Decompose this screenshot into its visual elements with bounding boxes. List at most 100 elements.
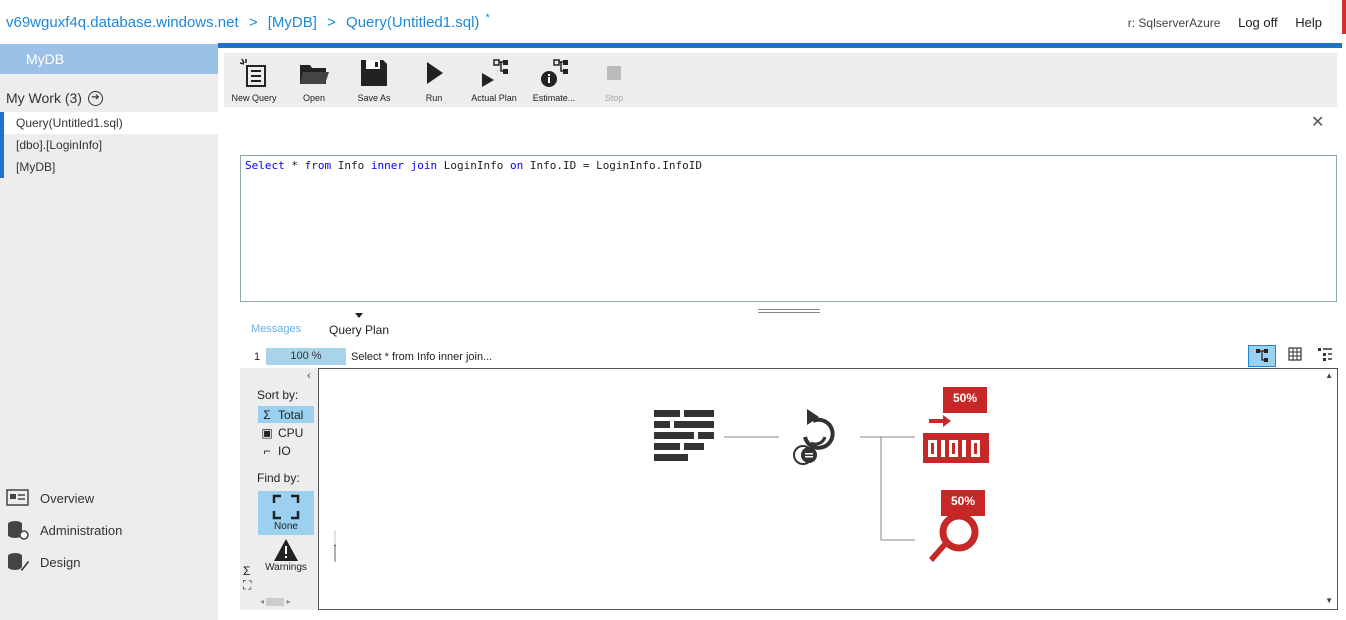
find-warnings-label: Warnings [265,562,307,573]
app-window: v69wguxf4q.database.windows.net > [MyDB]… [0,0,1346,620]
sort-total-option[interactable]: Σ Total [258,406,314,423]
play-icon [427,62,443,84]
splitter-handle[interactable] [758,309,820,313]
table-scan-icon[interactable] [921,413,991,463]
tab-query-plan[interactable]: Query Plan [329,323,389,337]
breadcrumb-database[interactable]: [MyDB] [268,14,317,31]
select-operator-icon[interactable] [654,410,716,466]
horizontal-scrollbar[interactable]: ◂ ▸ [260,597,310,607]
sort-cpu-label: CPU [278,425,304,440]
sort-by-label: Sort by: [257,388,299,402]
estimate-label: Estimate... [532,93,576,103]
sql-text: * [284,159,305,172]
nav-design[interactable]: Design [6,552,80,572]
header-divider [218,43,1342,48]
index-seek-icon[interactable] [925,512,989,568]
plan-graph-icon [1256,349,1268,362]
sort-cpu-option[interactable]: ▣ CPU [258,424,314,441]
grid-view-button[interactable] [1282,345,1310,367]
overview-icon [6,489,29,506]
result-row-number: 1 [254,351,261,363]
nav-design-label: Design [40,554,81,570]
sort-total-label: Total [278,407,304,422]
result-row[interactable]: 1 100 % Select * from Info inner join... [240,348,560,366]
find-by-label: Find by: [257,471,300,485]
find-none-option[interactable]: None [258,491,314,535]
plan-canvas[interactable]: ▲ ▼ 50% 50% [318,368,1338,610]
save-icon [361,60,387,86]
administration-icon [8,521,29,540]
warning-icon [274,539,298,561]
nav-overview[interactable]: Overview [6,488,94,508]
expand-corners-icon [272,494,300,520]
stop-label: Stop [604,93,624,103]
run-button[interactable]: Run [404,57,464,103]
work-item-table[interactable]: [dbo].[LoginInfo] [0,134,218,156]
database-tab[interactable]: MyDB [0,44,218,74]
sort-io-option[interactable]: ⌐ IO [258,442,314,459]
tree-list-icon [1318,348,1332,361]
new-query-button[interactable]: New Query [224,57,284,103]
grid-icon [1288,347,1302,361]
actual-plan-label: Actual Plan [471,93,517,103]
sql-keyword: Select [245,159,285,172]
close-icon[interactable]: ✕ [1311,112,1324,132]
work-item-query[interactable]: Query(Untitled1.sql) [0,112,218,134]
stop-icon [607,66,621,80]
sql-text: LoginInfo [437,159,510,172]
breadcrumb-separator: > [327,14,336,31]
chevron-left-icon[interactable]: ‹ [307,370,311,382]
sort-io-label: IO [278,443,291,458]
top-links: r: SqlserverAzure Log off Help [1114,15,1322,30]
plan-options-panel: ‹ Sort by: Σ Total ▣ CPU ⌐ IO Find by: N… [240,368,318,610]
sql-text: Info.ID = LoginInfo.InfoID [523,159,703,172]
help-link[interactable]: Help [1295,15,1322,30]
new-query-label: New Query [231,93,277,103]
open-button[interactable]: Open [284,57,344,103]
breadcrumb-query[interactable]: Query(Untitled1.sql) [346,14,479,31]
breadcrumb: v69wguxf4q.database.windows.net > [MyDB]… [6,12,490,31]
save-as-label: Save As [357,93,391,103]
tab-messages[interactable]: Messages [251,323,301,335]
sidebar: MyDB My Work (3) ➔ Query(Untitled1.sql) … [0,44,218,620]
cpu-icon: ▣ [261,425,273,440]
toolbar: New Query Open Save As Run Actual Plan E… [224,53,1337,107]
tree-view-button[interactable] [1312,345,1340,367]
sigma-expand-icon[interactable]: Σ ⛶ [243,564,251,593]
sql-keyword: inner join [370,159,438,172]
nav-administration[interactable]: Administration [6,520,122,540]
plan-graph-view-button[interactable] [1248,345,1276,367]
my-work-header[interactable]: My Work (3) ➔ [6,90,103,106]
unsaved-indicator: * [485,12,490,24]
query-editor[interactable]: Select * from Info inner join LoginInfo … [240,155,1337,302]
design-icon [8,553,30,572]
my-work-label: My Work (3) [6,90,82,106]
estimated-plan-icon [541,59,568,87]
find-warnings-option[interactable]: Warnings [258,538,314,578]
plan-connectors [724,436,915,541]
nav-administration-label: Administration [40,522,123,538]
arrow-right-icon[interactable]: ➔ [87,90,103,106]
sql-keyword: on [509,159,524,172]
actual-plan-icon [482,59,508,87]
code-line: Select * from Info inner join LoginInfo … [245,159,702,172]
top-bar: v69wguxf4q.database.windows.net > [MyDB]… [0,0,1346,44]
estimate-button[interactable]: Estimate... [524,57,584,103]
run-label: Run [425,93,443,103]
open-label: Open [302,93,326,103]
server-label: r: SqlserverAzure [1127,16,1221,30]
new-query-icon [239,58,266,87]
io-icon: ⌐ [263,443,271,458]
breadcrumb-server[interactable]: v69wguxf4q.database.windows.net [6,14,239,31]
save-as-button[interactable]: Save As [344,57,404,103]
cost-badge-scan: 50% [943,387,987,413]
breadcrumb-separator: > [248,14,258,31]
work-item-database[interactable]: [MyDB] [0,156,218,178]
logoff-link[interactable]: Log off [1238,15,1278,30]
stop-button[interactable]: Stop [584,57,644,103]
sql-text: Info [331,159,371,172]
nested-loops-icon[interactable] [789,407,849,467]
actual-plan-button[interactable]: Actual Plan [464,57,524,103]
sigma-icon: Σ [263,407,271,422]
find-none-label: None [274,521,298,532]
